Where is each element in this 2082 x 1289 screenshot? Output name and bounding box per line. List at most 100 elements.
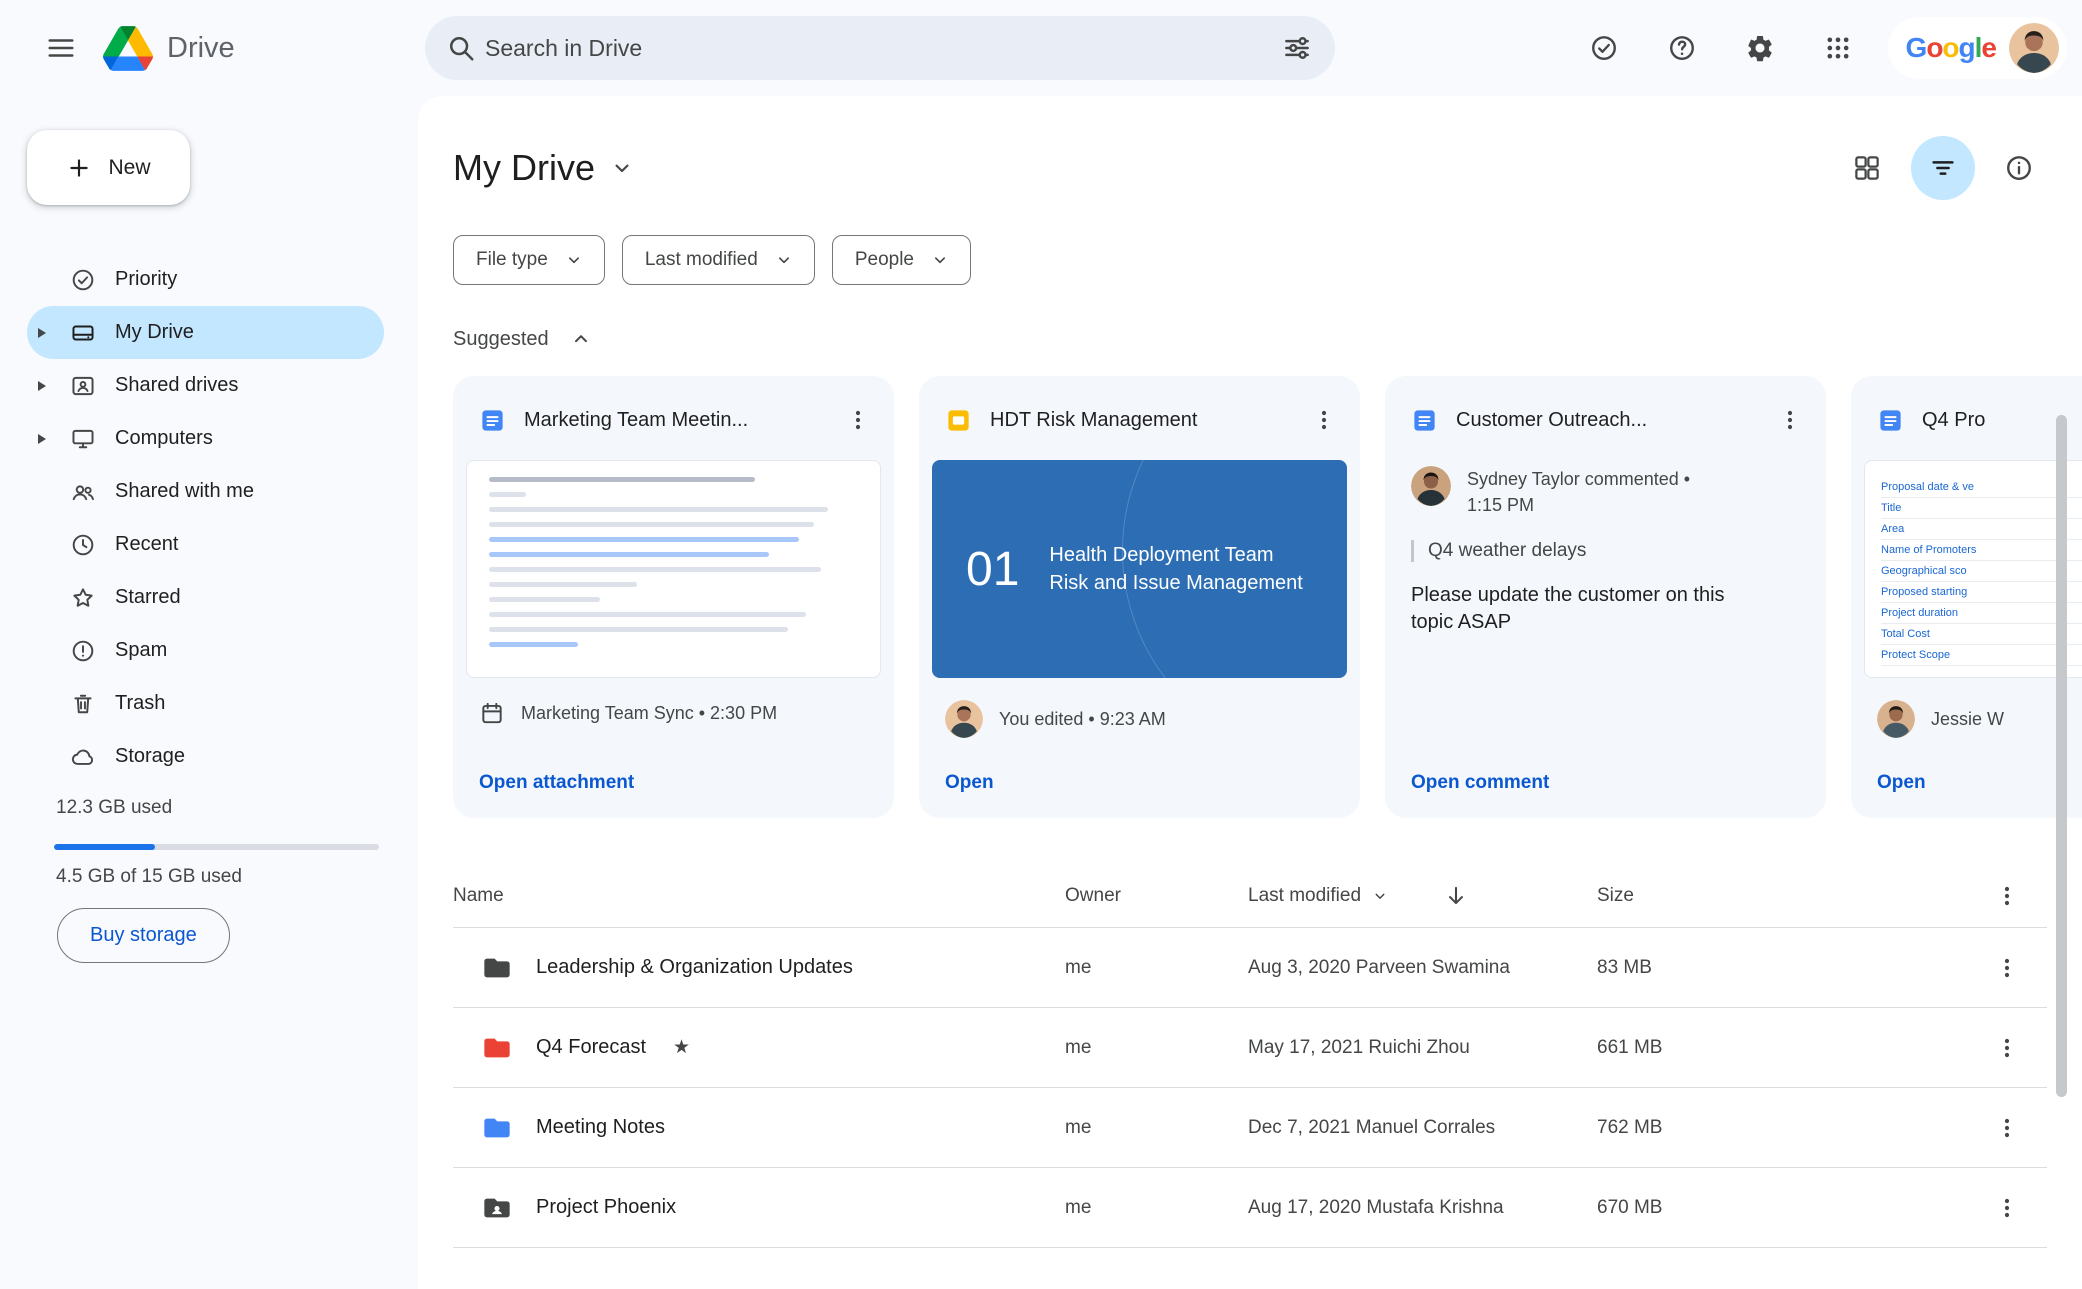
grid-view-button[interactable] [1839, 140, 1895, 196]
slide-preview-thumbnail[interactable]: 01 Health Deployment Team Risk and Issue … [932, 460, 1347, 678]
expand-caret-icon[interactable] [38, 380, 46, 391]
file-size: 661 MB [1597, 1036, 1663, 1058]
file-size: 762 MB [1597, 1116, 1663, 1138]
last-modified-filter-chip[interactable]: Last modified [621, 235, 815, 285]
spam-icon [70, 638, 96, 664]
help-button[interactable] [1654, 20, 1710, 76]
open-comment-link[interactable]: Open comment [1385, 772, 1826, 818]
table-row-project-phoenix[interactable]: Project Phoenix me Aug 17, 2020 Mustafa … [453, 1168, 2047, 1248]
user-avatar[interactable] [2009, 23, 2059, 73]
card-menu-button[interactable] [838, 400, 878, 440]
buy-storage-button[interactable]: Buy storage [57, 908, 230, 963]
suggested-card-marketing[interactable]: Marketing Team Meetin... Marketing Team … [453, 376, 894, 818]
sidebar-item-storage[interactable]: Storage [27, 730, 384, 783]
drive-logo-icon[interactable] [103, 25, 153, 71]
table-row-q4-forecast[interactable]: Q4 Forecast ★ me May 17, 2021 Ruichi Zho… [453, 1008, 2047, 1088]
file-modified: Aug 17, 2020 Mustafa Krishna [1248, 1196, 1504, 1218]
folder-icon [481, 952, 513, 984]
trash-icon [70, 691, 96, 717]
file-owner: me [1065, 956, 1092, 978]
details-button[interactable] [1991, 140, 2047, 196]
shared-with-me-icon [70, 479, 96, 505]
sidebar-item-label: Trash [115, 692, 166, 714]
file-name: Meeting Notes [536, 1116, 665, 1138]
header-name[interactable]: Name [453, 885, 1065, 907]
offline-status-button[interactable] [1576, 20, 1632, 76]
comment-body: Please update the customer on this topic… [1411, 584, 1725, 634]
sidebar-item-label: Priority [115, 268, 178, 290]
open-link[interactable]: Open [919, 772, 1360, 818]
shared-drives-icon [70, 373, 96, 399]
open-attachment-link[interactable]: Open attachment [453, 772, 894, 818]
vertical-scrollbar-thumb[interactable] [2056, 415, 2067, 1097]
file-type-filter-chip[interactable]: File type [453, 235, 605, 285]
header-label: Last modified [1248, 884, 1362, 906]
card-meta-text: Marketing Team Sync • 2:30 PM [521, 702, 778, 723]
calendar-icon [479, 700, 505, 726]
card-menu-button[interactable] [1304, 400, 1344, 440]
table-row-meeting-notes[interactable]: Meeting Notes me Dec 7, 2021 Manuel Corr… [453, 1088, 2047, 1168]
file-owner: me [1065, 1116, 1092, 1138]
chevron-down-icon [930, 250, 950, 270]
suggested-card-q4-proposal[interactable]: Q4 Pro Proposal date & ve Title Area Nam… [1851, 376, 2082, 818]
editor-avatar [945, 700, 983, 738]
settings-button[interactable] [1732, 20, 1788, 76]
page-title: My Drive [453, 147, 595, 188]
expand-caret-icon[interactable] [38, 433, 46, 444]
sidebar-item-starred[interactable]: Starred [27, 571, 384, 624]
sidebar-item-shared-with-me[interactable]: Shared with me [27, 465, 384, 518]
hamburger-icon [46, 33, 76, 63]
card-title: Marketing Team Meetin... [524, 408, 749, 431]
account-chip[interactable]: Google [1887, 17, 2067, 79]
row-menu-button[interactable] [1987, 1028, 2027, 1068]
suggested-card-hdt-risk[interactable]: HDT Risk Management 01 Health Deployment… [919, 376, 1360, 818]
header-owner[interactable]: Owner [1065, 885, 1248, 907]
document-preview-thumbnail[interactable] [466, 460, 881, 678]
chip-label: File type [476, 249, 548, 270]
advanced-search-button[interactable] [1273, 24, 1321, 72]
title-dropdown-caret-icon[interactable] [609, 155, 635, 181]
storage-progress-fill [54, 844, 155, 850]
file-size: 83 MB [1597, 956, 1652, 978]
sidebar-nav: Priority My Drive Shared drives Computer… [0, 253, 418, 783]
tune-icon [1282, 33, 1312, 63]
open-link[interactable]: Open [1851, 772, 2082, 818]
sidebar-item-trash[interactable]: Trash [27, 677, 384, 730]
topbar-actions: Google [1576, 17, 2082, 79]
google-apps-button[interactable] [1810, 20, 1866, 76]
sidebar-item-shared-drives[interactable]: Shared drives [27, 359, 384, 412]
google-docs-icon [479, 407, 506, 434]
sidebar-item-label: Starred [115, 586, 181, 608]
sidebar-item-priority[interactable]: Priority [27, 253, 384, 306]
suggested-card-customer-outreach[interactable]: Customer Outreach... Sydney Taylor comme… [1385, 376, 1826, 818]
new-button[interactable]: New [27, 130, 190, 205]
people-filter-chip[interactable]: People [831, 235, 971, 285]
header-last-modified[interactable]: Last modified [1248, 883, 1597, 909]
expand-caret-icon[interactable] [38, 327, 46, 338]
sidebar-item-my-drive[interactable]: My Drive [27, 306, 384, 359]
card-menu-button[interactable] [1770, 400, 1810, 440]
document-preview-thumbnail[interactable]: Proposal date & ve Title Area Name of Pr… [1864, 460, 2082, 678]
row-menu-button[interactable] [1987, 948, 2027, 988]
row-menu-button[interactable] [1987, 1108, 2027, 1148]
storage-used-heading: 12.3 GB used [56, 797, 173, 818]
filter-chip-row: File type Last modified People [453, 235, 2047, 285]
sidebar-item-label: Computers [115, 427, 213, 449]
table-row-leadership[interactable]: Leadership & Organization Updates me Aug… [453, 928, 2047, 1008]
sidebar-item-spam[interactable]: Spam [27, 624, 384, 677]
filter-button[interactable] [1911, 136, 1975, 200]
header-menu-button[interactable] [1967, 884, 2047, 908]
row-menu-button[interactable] [1987, 1188, 2027, 1228]
search-input[interactable] [485, 34, 1273, 62]
chip-label: People [854, 249, 914, 270]
sort-descending-arrow-icon[interactable] [1443, 883, 1469, 909]
search-button[interactable] [437, 24, 485, 72]
header-size[interactable]: Size [1597, 885, 1967, 907]
hamburger-menu-button[interactable] [33, 20, 89, 76]
sidebar-item-label: Shared with me [115, 480, 254, 502]
file-modified: May 17, 2021 Ruichi Zhou [1248, 1036, 1470, 1058]
suggested-cards: Marketing Team Meetin... Marketing Team … [453, 376, 2082, 818]
sidebar-item-recent[interactable]: Recent [27, 518, 384, 571]
sidebar-item-computers[interactable]: Computers [27, 412, 384, 465]
collapse-suggested-button[interactable] [569, 327, 593, 351]
